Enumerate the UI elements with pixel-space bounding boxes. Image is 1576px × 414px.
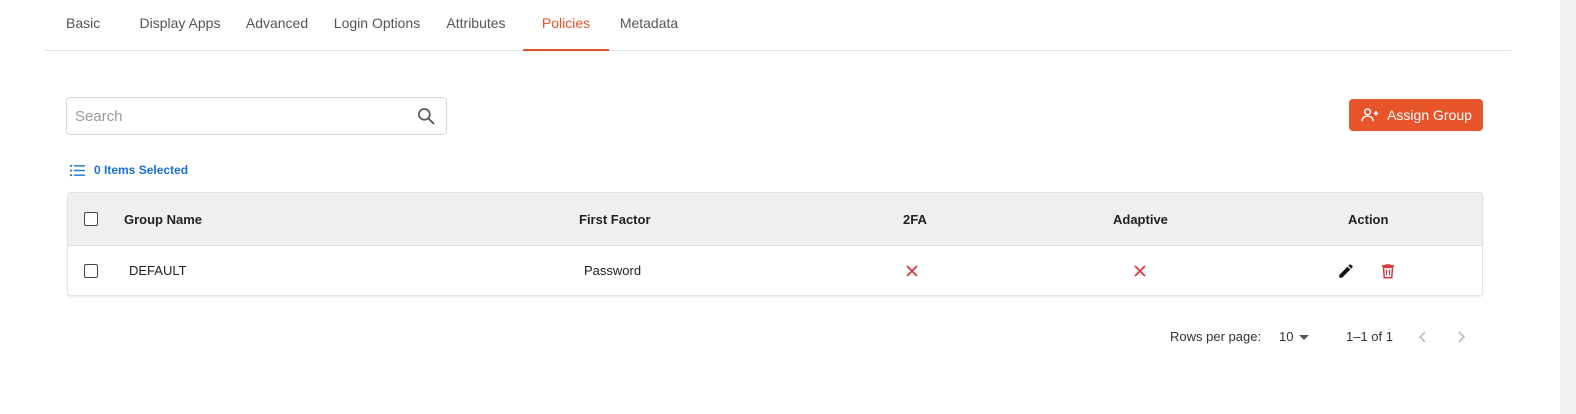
two-fa-cell <box>905 246 919 295</box>
delete-button[interactable] <box>1379 246 1397 295</box>
page-range: 1–1 of 1 <box>1346 329 1393 344</box>
tab-policies[interactable]: Policies <box>523 0 609 51</box>
tab-metadata[interactable]: Metadata <box>618 0 680 50</box>
tab-attributes[interactable]: Attributes <box>444 0 508 50</box>
assign-group-button[interactable]: Assign Group <box>1349 99 1483 131</box>
list-icon <box>70 164 85 176</box>
tab-basic[interactable]: Basic <box>66 0 100 50</box>
edit-button[interactable] <box>1337 246 1355 295</box>
chevron-down-icon <box>1299 334 1310 340</box>
select-all-checkbox[interactable] <box>84 212 98 226</box>
scrollbar[interactable] <box>1560 0 1576 414</box>
table-header: Group Name First Factor 2FA Adaptive Act… <box>68 193 1482 246</box>
table-row[interactable]: DEFAULT Password <box>68 246 1482 295</box>
search-icon[interactable] <box>416 106 436 126</box>
previous-page-button[interactable] <box>1415 325 1431 349</box>
column-header-2fa[interactable]: 2FA <box>903 193 927 245</box>
row-checkbox[interactable] <box>84 263 98 278</box>
cross-icon <box>1134 264 1146 277</box>
selection-count-label: 0 Items Selected <box>94 163 189 177</box>
selection-indicator: 0 Items Selected <box>70 162 188 178</box>
column-header-action: Action <box>1348 211 1389 227</box>
assign-group-label: Assign Group <box>1387 107 1472 123</box>
column-header-first-factor[interactable]: First Factor <box>579 193 651 245</box>
tab-advanced[interactable]: Advanced <box>245 0 309 50</box>
row-select-cell <box>84 246 98 295</box>
rows-per-page-select[interactable]: 10 <box>1279 325 1310 349</box>
group-name-cell: DEFAULT <box>129 263 187 278</box>
first-factor-cell: Password <box>584 263 642 278</box>
groups-table: Group Name First Factor 2FA Adaptive Act… <box>67 192 1483 296</box>
chevron-right-icon <box>1458 331 1466 343</box>
add-user-icon <box>1361 108 1379 122</box>
rows-per-page-value: 10 <box>1279 329 1294 344</box>
column-header-group-name[interactable]: Group Name <box>124 193 202 245</box>
tab-display-apps[interactable]: Display Apps <box>138 0 222 50</box>
chevron-left-icon <box>1418 331 1426 343</box>
trash-icon <box>1382 263 1394 278</box>
column-header-adaptive[interactable]: Adaptive <box>1113 193 1168 245</box>
select-all-cell <box>84 193 98 245</box>
next-page-button[interactable] <box>1453 325 1469 349</box>
pencil-icon <box>1339 263 1353 278</box>
cross-icon <box>906 264 918 277</box>
search-input[interactable] <box>75 98 405 134</box>
adaptive-cell <box>1133 246 1147 295</box>
tab-login-options[interactable]: Login Options <box>333 0 421 50</box>
tab-bar: Basic Display Apps Advanced Login Option… <box>44 0 1511 51</box>
policies-page: Basic Display Apps Advanced Login Option… <box>0 0 1576 414</box>
rows-per-page-label: Rows per page: <box>1170 329 1262 344</box>
search-box <box>66 97 447 135</box>
